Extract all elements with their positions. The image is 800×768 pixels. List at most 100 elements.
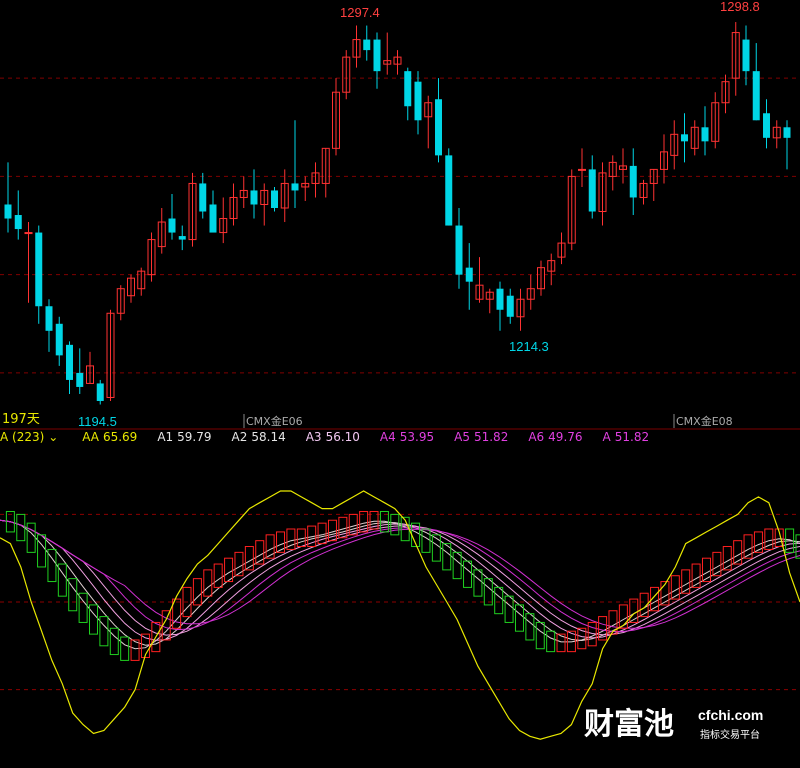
candle (465, 267, 473, 282)
indicator-bar (535, 621, 545, 650)
contract-marker: CMX金E08 (676, 414, 733, 428)
indicator-value-number: 51.82 (614, 430, 650, 444)
indicator-value-number: 56.10 (325, 430, 360, 444)
indicator-value-name: A2 (231, 430, 248, 444)
candle (250, 190, 258, 205)
indicator-bar (26, 522, 36, 553)
indicator-bar (120, 636, 130, 661)
candle (45, 306, 53, 331)
price-label: 1194.5 (78, 414, 117, 429)
indicator-bar (670, 575, 680, 600)
indicator-bar (265, 534, 275, 559)
indicator-value-number: 49.76 (548, 430, 583, 444)
candle (435, 99, 442, 156)
indicator-values: AA 65.69 A1 59.79 A2 58.14 A3 56.10 A4 53.95 A5 51.… (82, 430, 669, 444)
candle (35, 232, 43, 307)
candle (363, 39, 371, 51)
indicator-bar (473, 569, 483, 597)
price-label: 1298.8 (720, 0, 760, 14)
indicator-value-name: A (602, 430, 611, 444)
indicator-bar (483, 578, 493, 606)
indicator-bar (99, 616, 109, 647)
candle (4, 204, 12, 219)
indicator-bar (244, 546, 254, 571)
price-label: 1297.4 (340, 5, 380, 20)
indicator-bar (463, 560, 473, 588)
indicator-bar (525, 613, 535, 641)
candle (681, 134, 688, 142)
indicator-header: A (223) ⌄ AA 65.69 A1 59.79 A2 58.14 A3 56.10 A4 5… (0, 430, 800, 447)
indicator-bar (89, 604, 99, 635)
indicator-bar (712, 551, 722, 577)
candle (55, 323, 63, 356)
candle (199, 183, 207, 212)
indicator-value-number: 53.95 (399, 430, 435, 444)
indicator-bar (203, 569, 213, 597)
candle (14, 215, 22, 230)
chevron-down-icon[interactable]: ⌄ (48, 430, 58, 444)
indicator-value-a4: A4 53.95 (380, 430, 444, 444)
indicator-value-name: A4 (379, 430, 396, 444)
indicator-bar (733, 540, 743, 565)
indicator-value-name: A1 (157, 430, 174, 444)
watermark-tagline: 指标交易平台 (700, 728, 760, 741)
indicator-bar (753, 531, 763, 553)
indicator-bar (494, 586, 504, 615)
indicator-value-name: A3 (305, 430, 322, 444)
candle (404, 71, 412, 107)
days-label: 197天 (2, 412, 40, 427)
indicator-bar (37, 534, 47, 568)
candle (291, 183, 299, 191)
indicator-bar (109, 627, 119, 656)
watermark-brand: 财富池 (584, 707, 674, 742)
ma-line (0, 519, 800, 641)
contract-marker: CMX金E06 (246, 414, 303, 428)
indicator-value-name: A6 (528, 430, 545, 444)
indicator-bar (546, 630, 556, 653)
indicator-bar (452, 551, 462, 580)
price-chart: 1297.4 1298.8 1194.5 1214.3 197天 CMX金E06 CMX金E… (0, 0, 800, 430)
indicator-value-a6: A6 49.76 (528, 430, 592, 444)
candle (588, 169, 596, 212)
candle (24, 232, 33, 235)
watermark: 财富池 cfchi.com 指标交易平台 (582, 700, 772, 746)
indicator-value-number: 51.82 (473, 430, 509, 444)
indicator-value-number: 65.69 (102, 430, 138, 444)
indicator-bar (722, 546, 732, 571)
watermark-domain: cfchi.com (698, 707, 763, 723)
indicator-title[interactable]: A (223) ⌄ (0, 430, 72, 444)
indicator-value-a1: A1 59.79 (157, 430, 221, 444)
indicator-value-a2: A2 58.14 (232, 430, 296, 444)
indicator-bar (192, 578, 202, 606)
candle (271, 190, 278, 208)
candle (506, 295, 514, 317)
candle (373, 39, 381, 72)
candle (96, 383, 104, 401)
candle (578, 168, 586, 171)
indicator-bar (514, 604, 524, 632)
indicator-value-name: AA (82, 430, 99, 444)
candle (455, 225, 463, 275)
candle (752, 71, 760, 121)
candle (178, 236, 186, 240)
indicator-bar (504, 595, 514, 623)
candle (445, 155, 453, 226)
ma-line (0, 519, 800, 650)
indicator-bar (743, 534, 753, 559)
candle (701, 127, 709, 142)
indicator-bar (691, 563, 701, 588)
candle (76, 372, 84, 387)
candle (66, 344, 73, 380)
candle (414, 81, 422, 121)
indicator-value-name: A5 (454, 430, 470, 444)
indicator-value-number: 59.79 (177, 430, 212, 444)
watermark-logo: 财富池 cfchi.com 指标交易平台 (584, 707, 763, 742)
ma-line (0, 519, 800, 632)
indicator-value-number: 58.14 (251, 430, 286, 444)
indicator-bar (629, 598, 639, 623)
candle (168, 218, 176, 233)
candle (209, 204, 217, 233)
ma-line (0, 519, 800, 629)
price-label: 1214.3 (509, 339, 549, 354)
candle (496, 288, 504, 310)
